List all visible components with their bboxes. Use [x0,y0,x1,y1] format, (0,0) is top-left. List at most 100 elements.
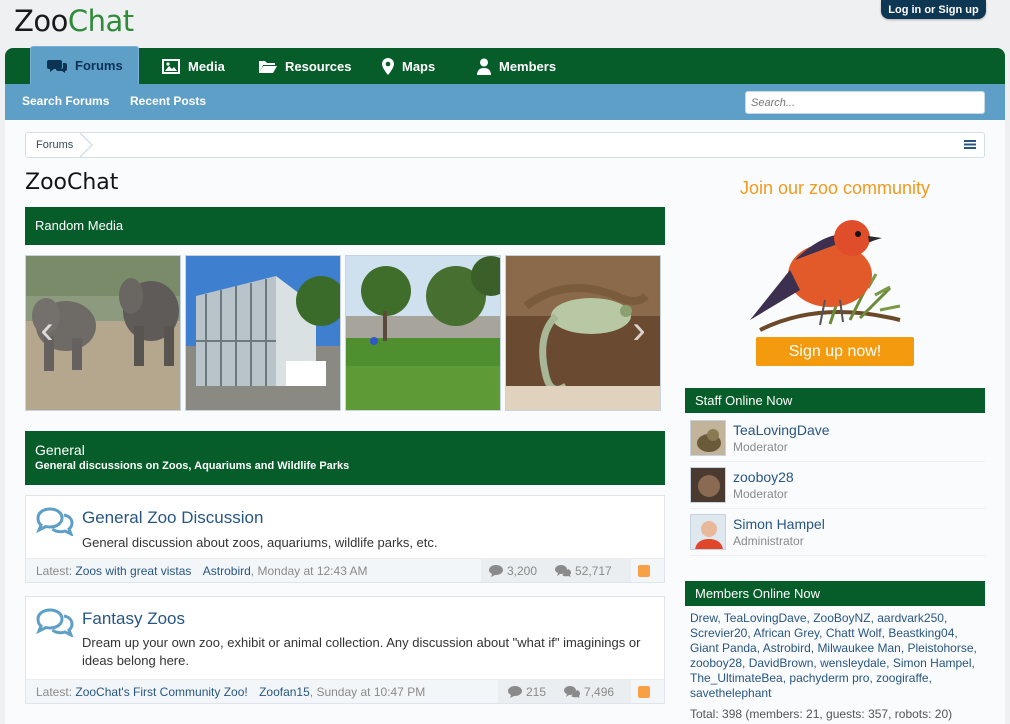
member-link[interactable]: African Grey [753,626,819,640]
latest-thread-link[interactable]: ZooChat's First Community Zoo! [75,685,247,699]
member-link[interactable]: Giant Panda [690,641,757,655]
forum-title[interactable]: General Zoo Discussion [82,508,263,528]
member-link[interactable]: Simon Hampel [893,656,972,670]
carousel-next-arrow[interactable]: › [625,310,653,350]
latest-user-link[interactable]: Zoofan15 [259,685,310,699]
tab-media[interactable]: Media [162,48,225,84]
latest-prefix: Latest: [36,685,73,699]
member-link[interactable]: Milwaukee Man [817,641,900,655]
image-icon [162,58,180,74]
forum-footer: Latest: ZooChat's First Community Zoo! Z… [26,679,664,703]
comments-icon [555,564,572,577]
staff-member: TeaLovingDave Moderator [690,418,985,462]
logo-text-zoo: Zoo [14,4,68,38]
bird-illustration [750,220,901,332]
general-heading-subtitle: General discussions on Zoos, Aquariums a… [35,460,350,472]
tab-forums[interactable]: Forums [30,46,139,84]
site-logo[interactable]: ZooChat [14,4,134,38]
member-link[interactable]: The_UltimateBea [690,671,783,685]
member-link[interactable]: Drew [690,611,717,625]
tab-maps-label: Maps [402,58,436,74]
login-signup-button[interactable]: Log in or Sign up [881,0,986,19]
members-total: Total: 398 (members: 21, guests: 357, ro… [690,707,953,721]
member-link[interactable]: aardvark250 [877,611,944,625]
signup-now-button[interactable]: Sign up now! [756,337,914,366]
comments-icon [564,685,581,698]
thread-count: 3,200 [489,564,537,578]
member-link[interactable]: Astrobird [763,641,811,655]
staff-name[interactable]: Simon Hampel [733,516,825,532]
member-link[interactable]: Screvier20 [690,626,747,640]
members-online-heading-text: Members Online Now [695,586,820,601]
member-link[interactable]: pachyderm pro [789,671,869,685]
member-link[interactable]: DavidBrown [749,656,814,670]
member-link[interactable]: wensleydale [820,656,886,670]
forum-description: General discussion about zoos, aquariums… [82,535,438,550]
main-navigation: Forums Media Resources Maps Members [5,46,1005,84]
folder-icon [259,60,277,73]
message-count-value: 52,717 [575,563,612,578]
forum-title[interactable]: Fantasy Zoos [82,609,185,629]
breadcrumb-arrow-fill [79,133,91,157]
media-thumb-enclosure[interactable] [345,255,501,411]
latest-user-link[interactable]: Astrobird [203,564,251,578]
random-media-heading-text: Random Media [35,218,124,233]
member-link[interactable]: ZooBoyNZ [813,611,870,625]
member-link[interactable]: Chatt Wolf [826,626,882,640]
forum-comments-icon [36,507,74,536]
members-online-heading: Members Online Now [685,581,985,606]
forum-node: General Zoo Discussion General discussio… [25,495,665,583]
rss-icon[interactable] [638,686,650,698]
message-count: 7,496 [564,685,614,699]
tab-members-label: Members [499,58,557,74]
sub-navigation: Search Forums Recent Posts [5,84,1005,120]
staff-member: Simon Hampel Administrator [690,512,985,556]
tab-members[interactable]: Members [477,48,556,84]
tab-forums-label: Forums [75,58,123,73]
join-community-text: Join our zoo community [739,178,931,198]
comments-icon [47,59,67,73]
staff-online-heading: Staff Online Now [685,388,985,413]
staff-online-heading-text: Staff Online Now [695,393,793,408]
member-link[interactable]: Pleistohorse [907,641,973,655]
member-link[interactable]: zooboy28 [690,656,742,670]
tab-maps[interactable]: Maps [382,48,435,84]
logo-text-chat: Chat [67,4,134,38]
comment-icon [489,564,503,577]
staff-role: Moderator [733,440,788,454]
breadcrumb-forums[interactable]: Forums [26,133,83,157]
staff-name[interactable]: TeaLovingDave [733,422,830,438]
thread-count-value: 215 [526,684,547,699]
latest-time: Sunday at 10:47 PM [316,685,426,699]
media-thumb-greenhouse[interactable] [185,255,341,411]
forum-node: Fantasy Zoos Dream up your own zoo, exhi… [25,596,665,704]
member-link[interactable]: savethelephant [690,686,771,700]
member-link[interactable]: Beastking04 [888,626,954,640]
member-link[interactable]: TeaLovingDave [724,611,807,625]
search-forums-link[interactable]: Search Forums [22,94,109,108]
tab-media-label: Media [188,58,225,74]
member-link[interactable]: zoogiraffe [876,671,928,685]
forum-footer: Latest: Zoos with great vistas Astrobird… [26,558,664,582]
message-count: 52,717 [555,564,612,578]
staff-role: Moderator [733,487,788,501]
avatar[interactable] [690,514,726,550]
tab-resources[interactable]: Resources [258,48,351,84]
staff-member: zooboy28 Moderator [690,465,985,509]
hamburger-menu-icon[interactable] [964,138,976,150]
recent-posts-link[interactable]: Recent Posts [130,94,206,108]
message-count-value: 7,496 [584,684,615,699]
map-marker-icon [382,57,394,75]
rss-icon[interactable] [638,565,650,577]
staff-name[interactable]: zooboy28 [733,469,794,485]
forum-stats: 3,200 52,717 [481,559,631,582]
avatar[interactable] [690,467,726,503]
forum-stats: 215 7,496 [498,680,631,703]
carousel-prev-arrow[interactable]: ‹ [33,310,61,350]
staff-role: Administrator [733,534,804,548]
search-input[interactable] [745,91,985,114]
forum-description: Dream up your own zoo, exhibit or animal… [82,635,641,668]
avatar[interactable] [690,420,726,456]
latest-thread-link[interactable]: Zoos with great vistas [75,564,191,578]
general-heading-title[interactable]: General [35,442,655,458]
